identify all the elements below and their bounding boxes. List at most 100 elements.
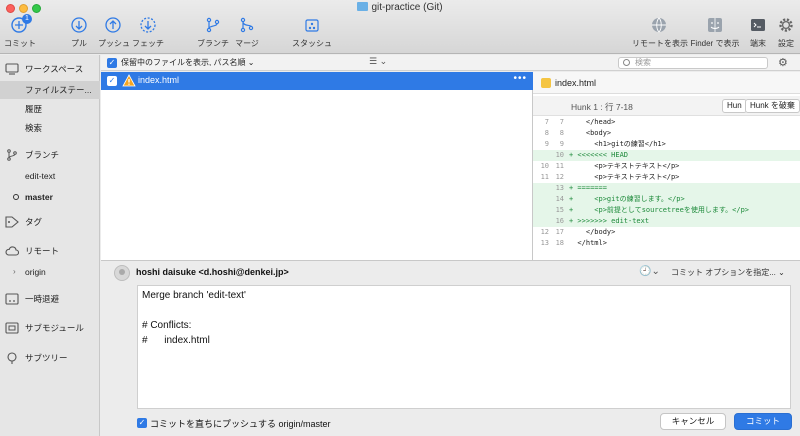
list-view-icon[interactable]: ☰ ⌄ [369,56,387,67]
sidebar-section-remotes[interactable]: リモート [0,242,100,260]
terminal-button[interactable]: 端末 [746,16,770,54]
commit-button[interactable]: コミット [734,413,792,430]
commit-count-badge: 1 [22,14,32,24]
push-icon [98,16,128,36]
sidebar-section-branches[interactable]: ブランチ [0,146,100,164]
settings-button[interactable]: 設定 [774,16,798,54]
conflict-warning-icon [122,74,136,89]
toolbar: git-practice (Git) 1 コミット プル プッシュ フェッチ ブ… [0,0,800,54]
sidebar-item-search[interactable]: 検索 [0,119,100,137]
gear-icon [774,16,798,36]
branch-icon [5,149,19,161]
sidebar-section-workspace[interactable]: ワークスペース [0,60,100,78]
commit-icon: 1 [10,14,32,36]
window-title: git-practice (Git) [0,2,800,13]
new-line-number: 16 [555,217,564,225]
code-text: + <p>gitの練習します。</p> [569,195,685,203]
new-line-number: 12 [555,173,564,181]
history-clock-icon[interactable]: 🕘⌄ [639,266,660,277]
cloud-icon [5,245,20,257]
file-view-dropdown[interactable]: 保留中のファイルを表示, パス名順 ⌄ [121,57,254,68]
avatar [114,265,130,281]
monitor-icon [5,63,19,75]
commit-author: hoshi daisuke <d.hoshi@denkei.jp> [136,267,289,277]
folder-icon [357,2,369,11]
hunk-header: Hunk 1 : 行 7-18 Hun Hunk を破棄 [533,96,800,116]
diff-code: 7 7 </head> 8 8 <body> 9 9 <h1>gitの練習</h1> 10 +… [533,117,800,249]
new-line-number: 18 [555,239,564,247]
file-list-toolbar: ✓ 保留中のファイルを表示, パス名順 ⌄ ☰ ⌄ [101,55,533,71]
code-text: + <<<<<<< HEAD [569,151,629,159]
diff-line: 12 17 </body> [533,227,800,238]
commit-options-dropdown[interactable]: コミット オプションを指定... ⌄ [671,267,785,278]
sidebar: ワークスペース ファイルステー... 履歴 検索 ブランチ edit-text … [0,55,100,436]
push-button[interactable]: プッシュ [98,16,130,54]
pull-button[interactable]: プル [66,16,92,54]
new-line-number: 10 [555,151,564,159]
sidebar-item-history[interactable]: 履歴 [0,100,100,118]
code-text: <h1>gitの練習</h1> [569,140,666,148]
sidebar-section-stashes[interactable]: 一時退避 [0,290,100,308]
file-row[interactable]: ✓ index.html ••• [101,72,533,90]
branch-icon [197,16,229,36]
sidebar-item-branch-edit-text[interactable]: edit-text [0,167,100,185]
fetch-icon [131,16,165,36]
show-remote-button[interactable]: リモートを表示 [632,16,688,54]
tag-icon [5,216,19,228]
sidebar-section-subtrees[interactable]: サブツリー [0,349,100,367]
diff-line: 15 + <p>前提としてsourcetreeを使用します。</p> [533,205,800,216]
sidebar-item-remote-origin[interactable]: › origin [0,263,100,281]
branch-button[interactable]: ブランチ [197,16,229,54]
discard-hunk-button[interactable]: Hunk を破棄 [745,99,800,113]
sidebar-item-branch-master[interactable]: master [0,188,100,206]
code-text: <p>テキストテキスト</p> [569,162,680,170]
diff-line: 16 + >>>>>>> edit-text [533,216,800,227]
gear-icon[interactable]: ⚙ [778,56,788,69]
merge-button[interactable]: マージ [233,16,261,54]
new-line-number: 13 [555,184,564,192]
subtree-icon [5,352,19,364]
diff-header: index.html [533,72,800,94]
search-icon [623,59,630,66]
commit-toolbar-button[interactable]: 1 コミット [4,14,36,54]
new-line-number: 15 [555,206,564,214]
globe-icon [632,16,686,36]
sidebar-item-file-status[interactable]: ファイルステー... [0,81,100,99]
commit-panel: hoshi daisuke <d.hoshi@denkei.jp> 🕘⌄ コミッ… [101,260,800,436]
stash-icon [5,293,19,305]
diff-line: 7 7 </head> [533,117,800,128]
search-input[interactable]: 検索 [618,57,768,69]
select-all-checkbox[interactable]: ✓ [107,58,117,68]
fetch-button[interactable]: フェッチ [131,16,165,54]
chevron-right-icon[interactable]: › [13,263,16,281]
new-line-number: 9 [559,140,564,148]
show-in-finder-button[interactable]: Finder で表示 [689,16,741,54]
old-line-number: 7 [544,118,549,126]
stash-button[interactable]: スタッシュ [292,16,332,54]
terminal-icon [746,16,770,36]
stage-hunk-button[interactable]: Hun [722,99,747,113]
diff-line: 9 9 <h1>gitの練習</h1> [533,139,800,150]
new-line-number: 7 [559,118,564,126]
diff-line: 8 8 <body> [533,128,800,139]
finder-icon [689,16,741,36]
sidebar-section-submodules[interactable]: サブモジュール [0,319,100,337]
stash-icon [292,16,332,36]
code-text: <p>テキストテキスト</p> [569,173,680,181]
code-text: + ======= [569,184,607,192]
diff-line: 10 + <<<<<<< HEAD [533,150,800,161]
diff-line: 11 12 <p>テキストテキスト</p> [533,172,800,183]
current-branch-icon [13,194,19,200]
code-text: </body> [569,228,616,236]
push-immediately-label: コミットを直ちにプッシュする origin/master [150,419,331,429]
pull-icon [66,16,92,36]
old-line-number: 9 [544,140,549,148]
file-checkbox[interactable]: ✓ [107,76,117,86]
file-list: ✓ index.html ••• [101,72,533,260]
commit-message-input[interactable]: Merge branch 'edit-text' # Conflicts: # … [137,285,791,409]
old-line-number: 10 [540,162,549,170]
sidebar-section-tags[interactable]: タグ [0,213,100,231]
push-immediately-checkbox[interactable]: ✓ [137,418,147,428]
more-options-icon[interactable]: ••• [513,73,527,84]
cancel-button[interactable]: キャンセル [660,413,726,430]
